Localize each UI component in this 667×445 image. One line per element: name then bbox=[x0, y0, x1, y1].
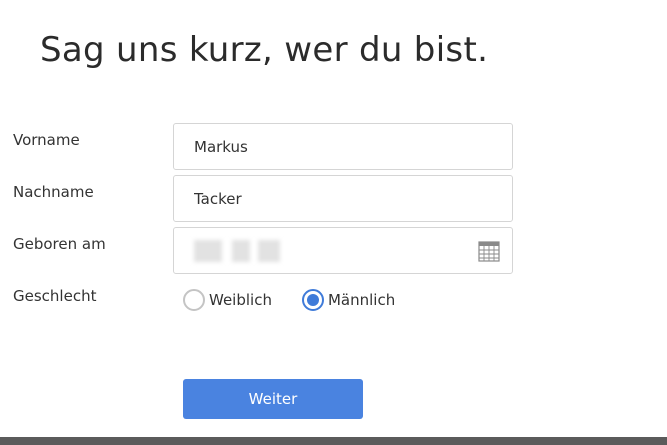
radio-female[interactable] bbox=[183, 289, 205, 311]
gender-option-label: Männlich bbox=[327, 291, 396, 309]
first-name-field-box bbox=[173, 123, 513, 170]
continue-button[interactable]: Weiter bbox=[183, 379, 363, 419]
first-name-input[interactable] bbox=[174, 124, 512, 169]
signup-page: Sag uns kurz, wer du bist. Vorname Nachn… bbox=[0, 0, 667, 445]
redacted-value bbox=[258, 240, 280, 262]
gender-option-female[interactable]: Weiblich bbox=[183, 289, 272, 311]
last-name-input[interactable] bbox=[174, 176, 512, 221]
page-title: Sag uns kurz, wer du bist. bbox=[40, 30, 489, 70]
gender-label: Geschlecht bbox=[13, 287, 97, 305]
calendar-icon[interactable] bbox=[478, 240, 500, 262]
gender-option-male[interactable]: Männlich bbox=[301, 289, 396, 311]
first-name-label: Vorname bbox=[13, 131, 80, 149]
bottom-bar bbox=[0, 437, 667, 445]
birthdate-label: Geboren am bbox=[13, 235, 106, 253]
gender-option-label: Weiblich bbox=[209, 291, 272, 309]
last-name-label: Nachname bbox=[13, 183, 94, 201]
birthdate-input[interactable] bbox=[173, 227, 513, 274]
gender-radio-group: Weiblich Männlich bbox=[183, 289, 425, 311]
last-name-field-box bbox=[173, 175, 513, 222]
redacted-value bbox=[232, 240, 250, 262]
radio-male[interactable] bbox=[301, 289, 324, 311]
redacted-value bbox=[194, 240, 222, 262]
